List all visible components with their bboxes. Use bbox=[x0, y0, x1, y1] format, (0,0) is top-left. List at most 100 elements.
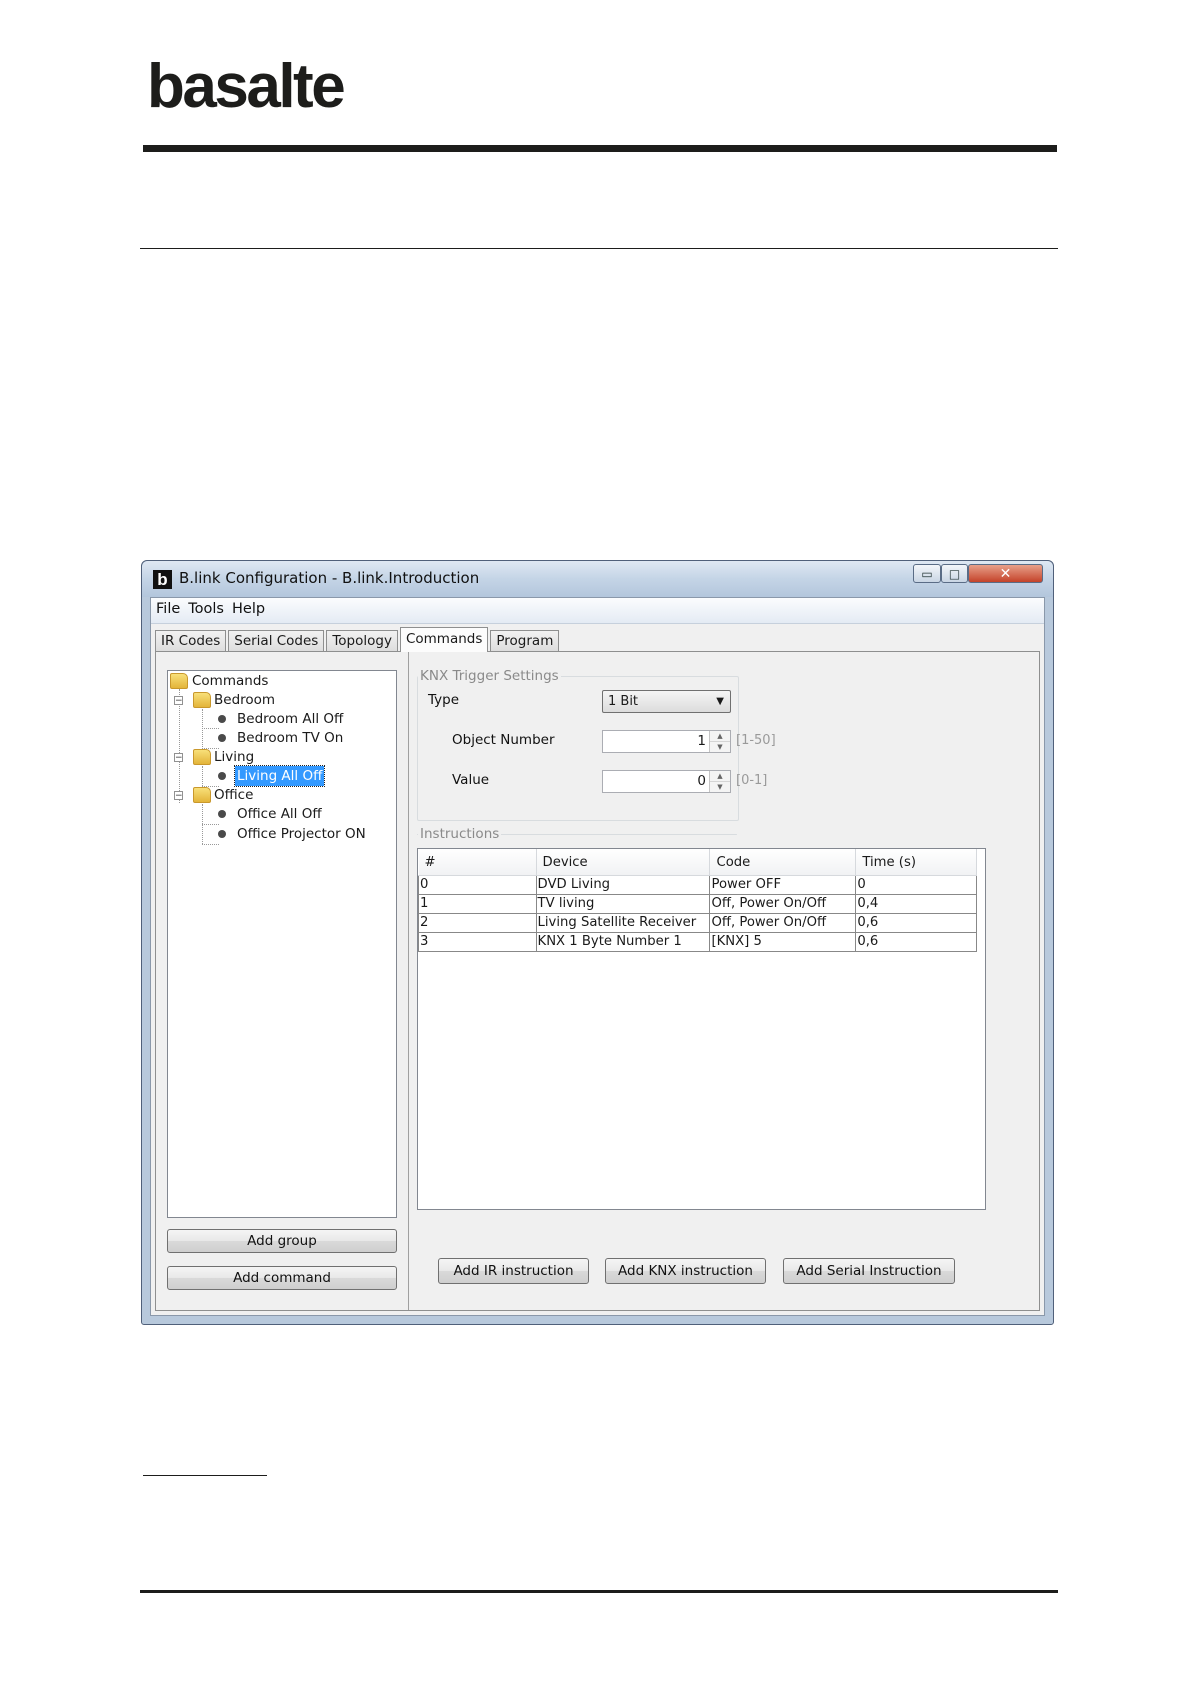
app-logo-icon: b bbox=[153, 570, 172, 589]
spin-up-icon[interactable]: ▲ bbox=[710, 731, 730, 742]
table-row[interactable]: 1 TV living Off, Power On/Off 0,4 bbox=[418, 894, 977, 914]
tab-serial-codes[interactable]: Serial Codes bbox=[228, 630, 325, 652]
collapse-icon[interactable]: − bbox=[174, 696, 183, 706]
tree-group-label: Office bbox=[214, 787, 254, 803]
tab-ir-codes[interactable]: IR Codes bbox=[155, 630, 227, 652]
title-bar[interactable]: b B.link Configuration - B.link.Introduc… bbox=[142, 561, 1053, 597]
collapse-icon[interactable]: − bbox=[174, 791, 183, 801]
column-header-number[interactable]: # bbox=[418, 849, 537, 876]
cell-time[interactable]: 0,6 bbox=[855, 913, 977, 933]
object-number-spinbox[interactable]: 1 ▲ ▼ bbox=[602, 730, 731, 753]
cell-time[interactable]: 0 bbox=[855, 875, 977, 895]
add-serial-instruction-button[interactable]: Add Serial Instruction bbox=[783, 1258, 955, 1284]
tree-item-label-selected: Living All Off bbox=[233, 765, 326, 787]
blink-config-window: b B.link Configuration - B.link.Introduc… bbox=[141, 560, 1054, 1325]
command-icon bbox=[218, 715, 226, 723]
cell-number[interactable]: 1 bbox=[418, 894, 537, 914]
cell-device[interactable]: DVD Living bbox=[536, 875, 711, 895]
add-knx-instruction-button[interactable]: Add KNX instruction bbox=[605, 1258, 766, 1284]
tree-group-label: Bedroom bbox=[214, 692, 276, 708]
cell-code[interactable]: Off, Power On/Off bbox=[709, 894, 857, 914]
collapse-icon[interactable]: − bbox=[174, 753, 183, 763]
spin-buttons: ▲ ▼ bbox=[709, 771, 730, 792]
cell-device[interactable]: TV living bbox=[536, 894, 711, 914]
type-value: 1 Bit bbox=[608, 694, 639, 709]
minimize-button[interactable]: ▭ bbox=[913, 564, 941, 583]
folder-icon bbox=[193, 787, 211, 803]
tree-root-label: Commands bbox=[192, 673, 269, 689]
tree-item-label: Office Projector ON bbox=[237, 826, 366, 842]
cell-code[interactable]: Power OFF bbox=[709, 875, 857, 895]
section-divider bbox=[140, 248, 1058, 249]
header-rule bbox=[143, 145, 1057, 152]
column-header-device[interactable]: Device bbox=[536, 849, 711, 876]
folder-icon bbox=[193, 692, 211, 708]
value-range: [0-1] bbox=[736, 773, 768, 788]
tab-topology[interactable]: Topology bbox=[326, 630, 398, 652]
window-title: B.link Configuration - B.link.Introducti… bbox=[179, 569, 480, 587]
instructions-table[interactable]: # Device Code Time (s) 0 DVD Living Powe… bbox=[417, 848, 986, 1210]
spin-down-icon[interactable]: ▼ bbox=[710, 782, 730, 792]
table-row[interactable]: 3 KNX 1 Byte Number 1 [KNX] 5 0,6 bbox=[418, 932, 977, 952]
tree-item-label: Bedroom All Off bbox=[237, 711, 344, 727]
table-row[interactable]: 2 Living Satellite Receiver Off, Power O… bbox=[418, 913, 977, 933]
basalte-logo: basalte bbox=[147, 52, 346, 121]
object-number-range: [1-50] bbox=[736, 733, 776, 748]
folder-icon bbox=[170, 673, 188, 689]
tab-commands[interactable]: Commands bbox=[399, 627, 489, 652]
spin-down-icon[interactable]: ▼ bbox=[710, 742, 730, 752]
spin-up-icon[interactable]: ▲ bbox=[710, 771, 730, 782]
tree-connector bbox=[202, 844, 219, 845]
tree-connector bbox=[179, 689, 180, 803]
close-button[interactable]: ✕ bbox=[968, 564, 1043, 583]
window-client-area: File Tools Help IR Codes Serial Codes Topo… bbox=[150, 597, 1045, 1316]
spin-buttons: ▲ ▼ bbox=[709, 731, 730, 752]
command-icon bbox=[218, 830, 226, 838]
menu-help[interactable]: Help bbox=[228, 598, 269, 617]
tree-connector bbox=[202, 709, 203, 749]
menu-bar: File Tools Help bbox=[151, 598, 1044, 624]
command-icon bbox=[218, 772, 226, 780]
tree-connector bbox=[202, 728, 219, 729]
tab-program[interactable]: Program bbox=[490, 630, 560, 652]
cell-number[interactable]: 0 bbox=[418, 875, 537, 895]
add-command-button[interactable]: Add command bbox=[167, 1266, 397, 1290]
tree-item-label: Office All Off bbox=[237, 806, 322, 822]
cell-number[interactable]: 2 bbox=[418, 913, 537, 933]
column-header-time[interactable]: Time (s) bbox=[855, 849, 977, 876]
splitter[interactable] bbox=[408, 652, 409, 1310]
type-label: Type bbox=[428, 692, 460, 708]
instructions-grid: # Device Code Time (s) 0 DVD Living Powe… bbox=[418, 849, 977, 952]
value-value: 0 bbox=[697, 773, 706, 789]
add-group-button[interactable]: Add group bbox=[167, 1229, 397, 1253]
type-dropdown[interactable]: 1 Bit ▼ bbox=[602, 690, 731, 713]
menu-file[interactable]: File bbox=[151, 598, 184, 617]
cell-code[interactable]: Off, Power On/Off bbox=[709, 913, 857, 933]
object-number-value: 1 bbox=[697, 733, 706, 749]
menu-tools[interactable]: Tools bbox=[184, 598, 228, 617]
tree-connector bbox=[202, 766, 203, 786]
commands-tree[interactable]: Commands − Bedroom Bedroom All Off Bedro… bbox=[167, 670, 397, 1218]
maximize-button[interactable]: □ bbox=[941, 564, 968, 583]
tree-item-label: Bedroom TV On bbox=[237, 730, 344, 746]
table-row[interactable]: 0 DVD Living Power OFF 0 bbox=[418, 875, 977, 895]
add-ir-instruction-button[interactable]: Add IR instruction bbox=[438, 1258, 589, 1284]
value-spinbox[interactable]: 0 ▲ ▼ bbox=[602, 770, 731, 793]
cell-code[interactable]: [KNX] 5 bbox=[709, 932, 857, 952]
command-icon bbox=[218, 734, 226, 742]
folder-icon bbox=[193, 749, 211, 765]
instructions-title: Instructions bbox=[418, 826, 502, 842]
knx-trigger-title: KNX Trigger Settings bbox=[418, 668, 561, 684]
column-header-code[interactable]: Code bbox=[709, 849, 857, 876]
cell-time[interactable]: 0,6 bbox=[855, 932, 977, 952]
tree-group-label: Living bbox=[214, 749, 255, 765]
cell-device[interactable]: Living Satellite Receiver bbox=[536, 913, 711, 933]
cell-device[interactable]: KNX 1 Byte Number 1 bbox=[536, 932, 711, 952]
footer-rule bbox=[140, 1590, 1058, 1593]
commands-panel: Commands − Bedroom Bedroom All Off Bedro… bbox=[155, 651, 1040, 1311]
tree-connector bbox=[202, 824, 219, 825]
cell-time[interactable]: 0,4 bbox=[855, 894, 977, 914]
chevron-down-icon: ▼ bbox=[716, 696, 724, 707]
tab-strip: IR Codes Serial Codes Topology Commands … bbox=[155, 627, 561, 652]
cell-number[interactable]: 3 bbox=[418, 932, 537, 952]
